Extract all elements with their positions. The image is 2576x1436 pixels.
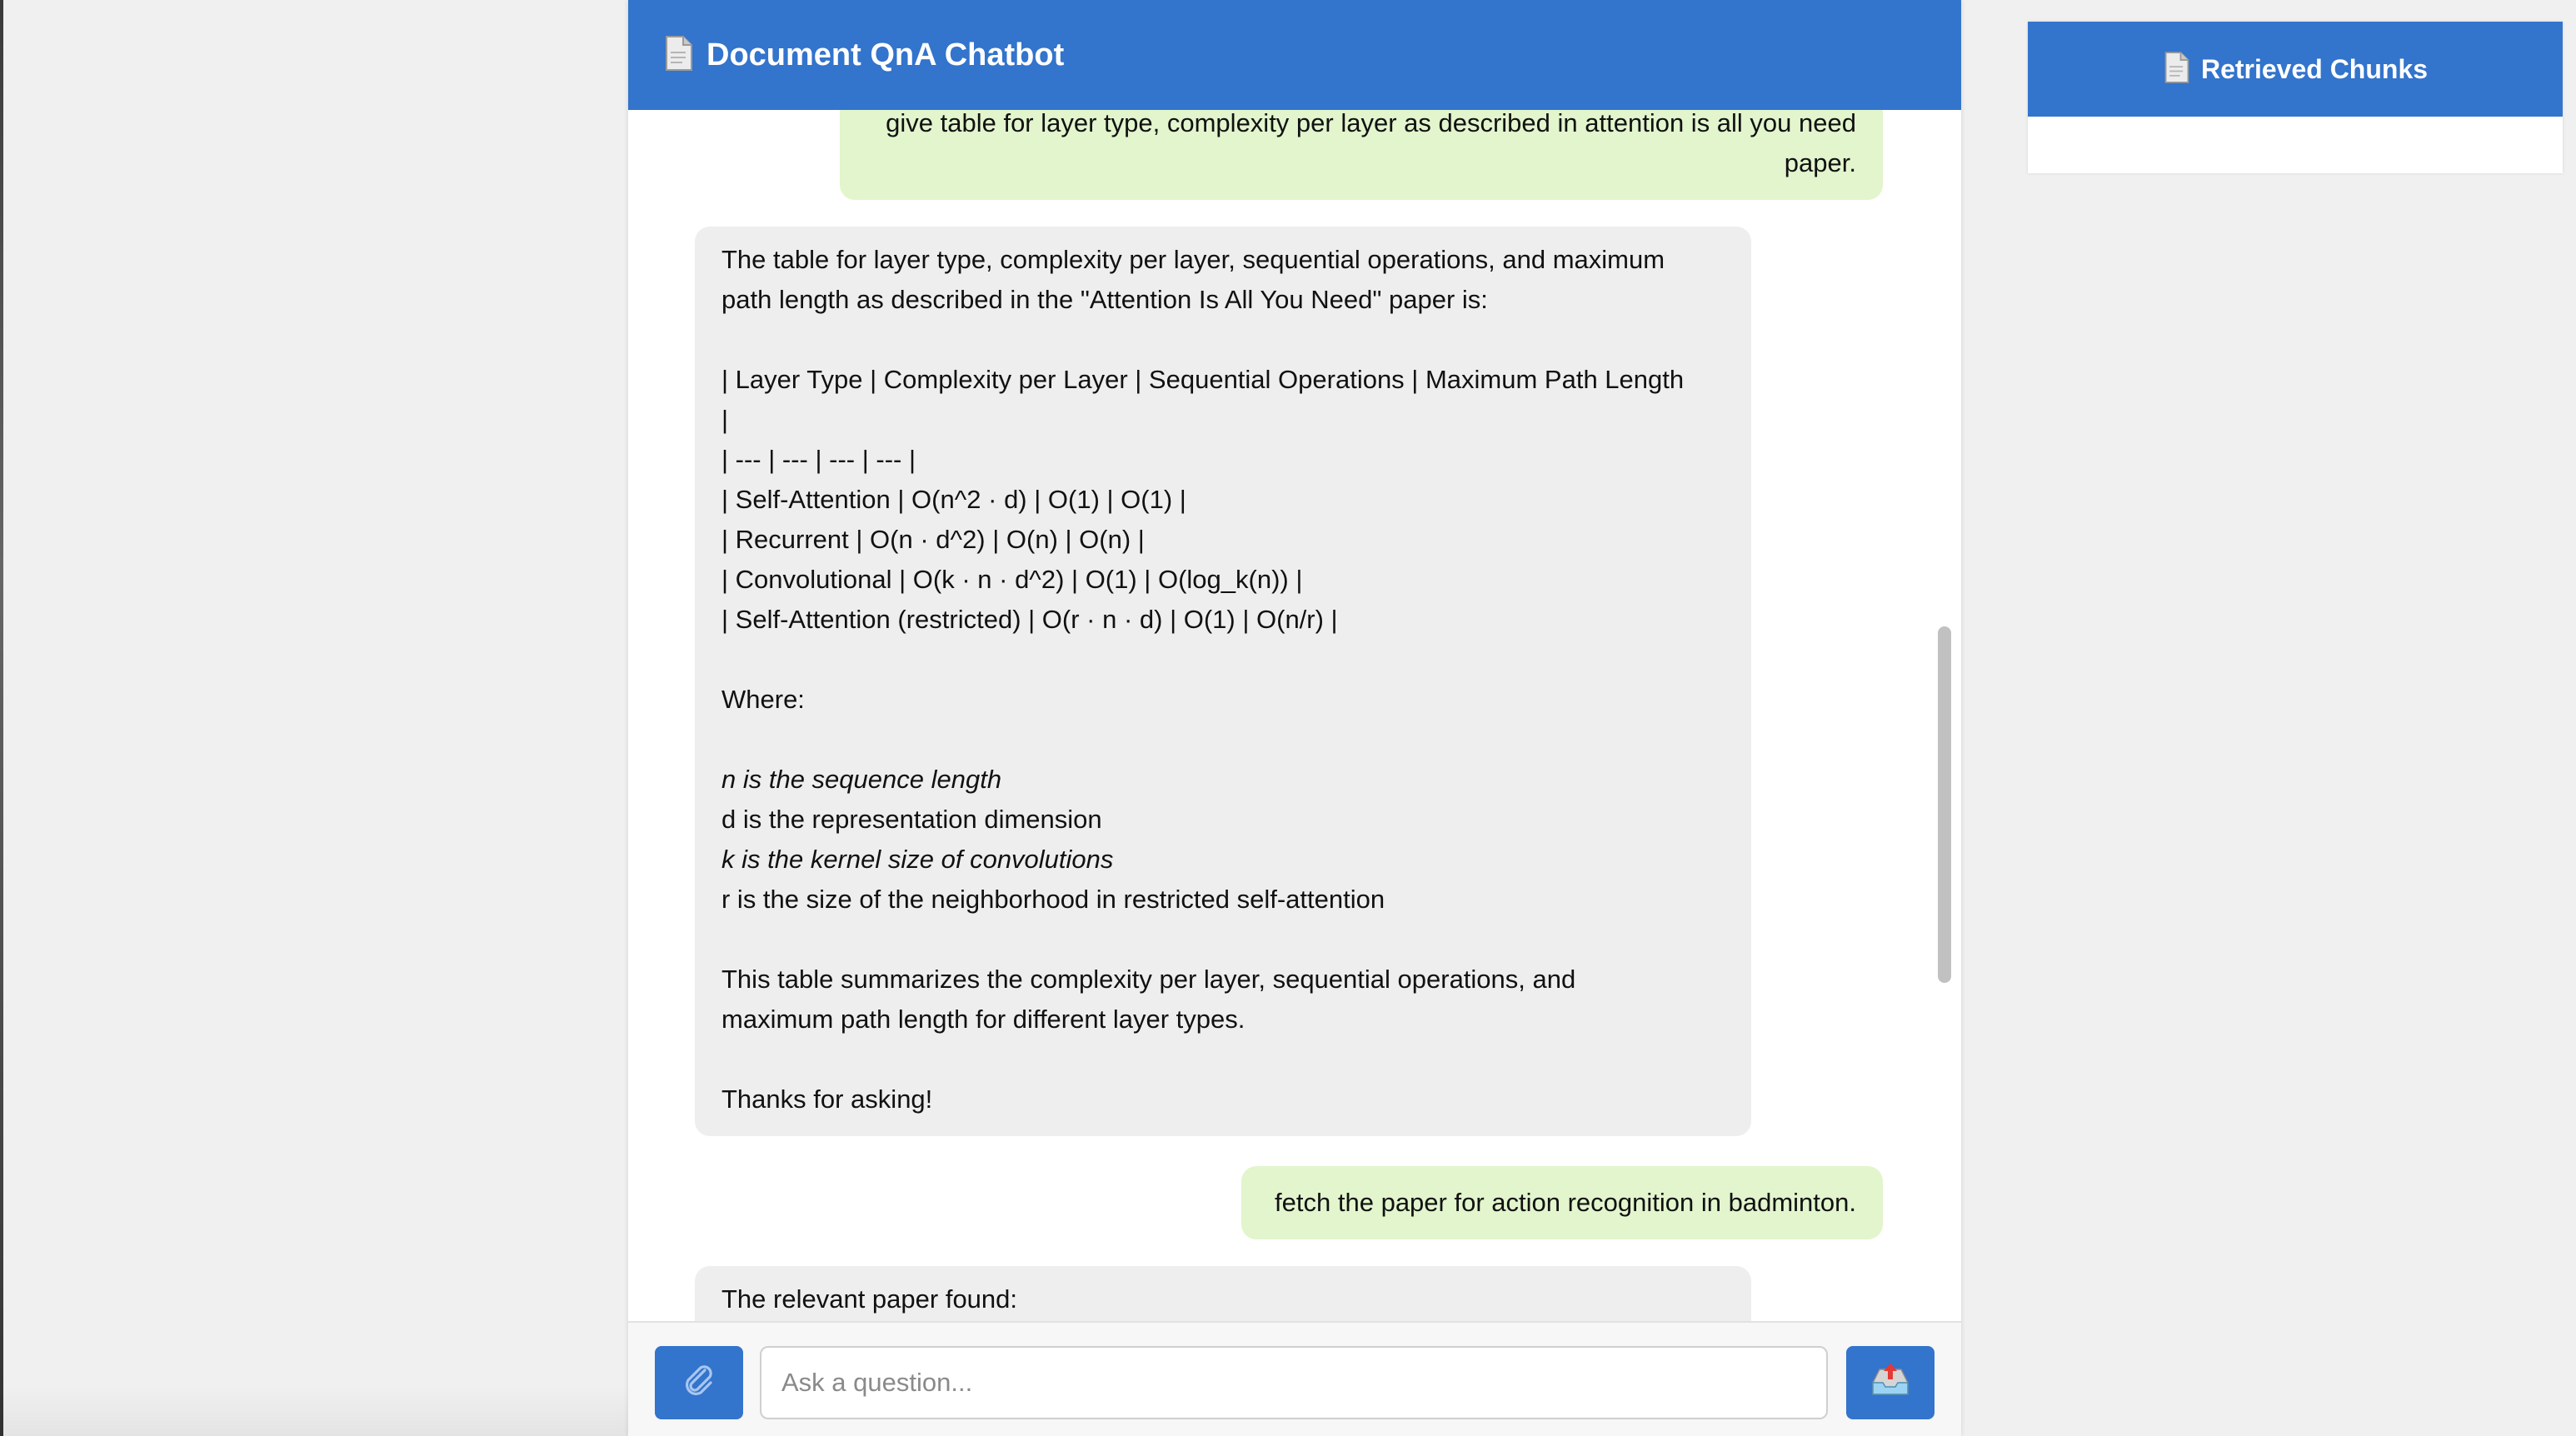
message-line: The relevant paper found: — [721, 1284, 1018, 1314]
definition-line: d is the representation dimension — [721, 805, 1102, 834]
message-line: The table for layer type, complexity per… — [721, 245, 1665, 274]
chat-input-bar — [628, 1321, 1961, 1436]
message-line: fetch the paper for action recognition i… — [1275, 1188, 1856, 1217]
question-input[interactable] — [760, 1346, 1828, 1419]
inbox-upload-icon — [1869, 1361, 1912, 1405]
message-line: path length as described in the "Attenti… — [721, 285, 1488, 314]
attach-button[interactable] — [655, 1346, 743, 1419]
chunks-list — [2028, 117, 2563, 173]
table-row-line: | Self-Attention | O(n^2 · d) | O(1) | O… — [721, 485, 1186, 514]
chunks-header: Retrieved Chunks — [2028, 22, 2563, 117]
retrieved-chunks-panel: Retrieved Chunks — [2028, 22, 2563, 173]
window-edge — [0, 0, 3, 1436]
document-icon — [2163, 51, 2191, 88]
message-line: give table for layer type, complexity pe… — [886, 110, 1856, 137]
message-line: paper. — [1784, 148, 1856, 177]
chat-messages[interactable]: give table for layer type, complexity pe… — [628, 110, 1961, 1321]
definition-line: r is the size of the neighborhood in res… — [721, 885, 1385, 914]
chat-title: Document QnA Chatbot — [706, 37, 1065, 72]
table-header-line: | Layer Type | Complexity per Layer | Se… — [721, 365, 1685, 394]
definition-line: n is the sequence length — [721, 765, 1002, 794]
user-message: give table for layer type, complexity pe… — [840, 110, 1883, 200]
background-shade — [0, 1386, 628, 1436]
paperclip-icon — [681, 1363, 717, 1404]
chat-header: Document QnA Chatbot — [628, 0, 1961, 110]
message-line: Where: — [721, 685, 805, 714]
table-row-line: | Self-Attention (restricted) | O(r · n … — [721, 605, 1338, 634]
chat-panel: Document QnA Chatbot give table for laye… — [628, 0, 1961, 1436]
message-line: This table summarizes the complexity per… — [721, 965, 1576, 994]
bot-message: The table for layer type, complexity per… — [695, 227, 1751, 1136]
user-message: fetch the paper for action recognition i… — [1241, 1166, 1883, 1239]
table-row-line: | Convolutional | O(k · n · d^2) | O(1) … — [721, 565, 1303, 594]
table-header-line: | — [721, 405, 729, 434]
table-separator-line: | --- | --- | --- | --- | — [721, 445, 916, 474]
message-line: Thanks for asking! — [721, 1084, 933, 1114]
send-button[interactable] — [1846, 1346, 1934, 1419]
chunks-title: Retrieved Chunks — [2200, 53, 2429, 84]
bot-message: The relevant paper found: — [695, 1266, 1751, 1321]
document-icon — [663, 35, 695, 76]
table-row-line: | Recurrent | O(n · d^2) | O(n) | O(n) | — [721, 525, 1145, 554]
definition-line: k is the kernel size of convolutions — [721, 845, 1114, 874]
scrollbar[interactable] — [1936, 110, 1953, 1321]
scrollbar-thumb[interactable] — [1938, 626, 1951, 983]
message-line: maximum path length for different layer … — [721, 1005, 1246, 1034]
